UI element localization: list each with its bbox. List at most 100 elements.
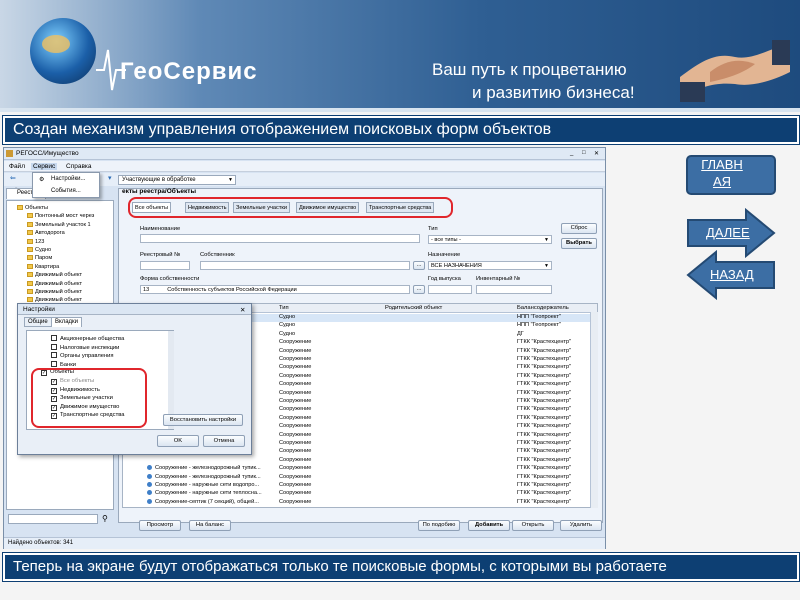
owner-lookup-button[interactable]: ... [413,261,425,270]
settings-dialog: Настройки ✕ Общие Вкладки Акционерные об… [17,303,252,455]
inventory-field[interactable] [476,285,552,294]
tree-item[interactable]: Понтонный мост через [7,213,113,221]
tree-item[interactable]: Судно [7,247,113,255]
binoculars-icon[interactable]: ⚲ [102,514,108,523]
checkbox-icon[interactable] [51,352,57,359]
folder-icon [27,272,33,278]
cell-type: Сооружение [279,372,312,379]
year-field[interactable] [428,285,472,294]
tree-item[interactable]: Движимый объект [7,272,113,280]
col-type[interactable]: Тип [279,305,289,311]
tree-item[interactable]: Паром [7,255,113,263]
cell-name: Сооружение - железнодорожный тупик... [155,473,261,480]
maximize-icon[interactable]: □ [582,150,586,156]
reset-button[interactable]: Сброс [561,223,597,234]
bottom-button-0[interactable]: Просмотр [139,520,181,531]
purpose-select[interactable]: ВСЕ НАЗНАЧЕНИЯ ▼ [428,261,552,270]
tree-item[interactable]: Земельный участок 1 [7,221,113,230]
table-row[interactable]: Сооружение - наружные сети водопро... Соо… [123,482,597,490]
cell-type: Сооружение [279,431,312,438]
table-row[interactable]: Сооружение - железнодорожный тупик... Соо… [123,465,597,473]
folder-icon [27,289,33,294]
cell-name: Сооружение - наружные сети водопро... [155,482,260,488]
processing-filter-value: Участвующие в обработке [122,177,196,183]
restore-settings-button[interactable]: Восстановить настройки [163,414,243,426]
bottom-caption-bar: Теперь на экране будут отображаться толь… [2,552,800,582]
cell-holder: ГТКК "Крастехцентр" [517,381,572,388]
next-button[interactable]: ДАЛЕЕ [706,225,750,240]
tree-item[interactable]: Движимый объект [7,280,113,289]
reg-number-field[interactable] [140,261,190,270]
table-row[interactable]: Сооружение ГТКК "Крастехцентр" [123,457,597,465]
bottom-button-2[interactable]: По подобию [418,520,460,531]
back-arrow-icon[interactable]: ⇐ [10,175,18,183]
checklist-item[interactable]: Акционерные общества [51,335,124,343]
tree-item[interactable]: Движимый объект [7,289,113,297]
close-icon[interactable]: ✕ [240,306,245,314]
ok-button[interactable]: OK [157,435,199,447]
tree-item[interactable]: Автодорога [7,230,113,238]
ownership-lookup-button[interactable]: ... [413,285,425,294]
registry-breadcrumb: екты реестра/Объекты [122,188,197,195]
chevron-down-icon: ▼ [544,263,549,269]
bottom-button-5[interactable]: Удалить [560,520,602,531]
cell-type: Сооружение [279,356,312,362]
cell-holder: ГТКК "Крастехцентр" [517,448,572,455]
banner-divider [0,108,800,112]
tab-general[interactable]: Общие [24,317,52,327]
menu-bar: Файл Сервис Справка [4,161,605,172]
cell-name: Сооружение-септик (7 секций), общей... [155,498,259,505]
checkbox-icon[interactable] [51,343,57,350]
col-holder[interactable]: Балансодержатель [517,305,569,311]
tree-item[interactable]: Квартира [7,263,113,272]
close-icon[interactable]: ✕ [594,150,599,157]
menu-service[interactable]: Сервис [31,163,58,170]
filter-icon[interactable]: ▾ [108,175,116,183]
table-row[interactable]: Сооружение-септик (7 секций), общей... Со… [123,498,597,507]
ownership-field[interactable]: 13 Собственность субъектов Российской Фед… [140,285,410,294]
checklist-item[interactable]: Органы управления [51,352,114,360]
tree-search-field[interactable] [8,514,98,524]
select-button[interactable]: Выбрать [561,238,597,249]
back-button[interactable]: НАЗАД [710,267,754,282]
top-caption-bar: Создан механизм управления отображением … [2,115,800,145]
home-button[interactable]: ГЛАВНАЯ [698,156,746,190]
purpose-label: Назначение [428,252,461,258]
tree-item[interactable]: Объекты [7,205,113,213]
cell-type: Сооружение [279,406,312,413]
tree-item[interactable]: 123 [7,238,113,247]
table-row[interactable]: Сооружение - наружные сети теплосна... Со… [123,490,597,498]
cell-holder: ГТКК "Крастехцентр" [517,490,572,497]
menu-item-settings[interactable]: Настройки... [51,176,85,182]
menu-item-events[interactable]: События... [51,188,81,194]
checkbox-icon[interactable] [51,360,57,367]
top-caption-text: Создан механизм управления отображением … [13,121,552,138]
slogan: Ваш путь к процветанию и развитию бизнес… [432,58,662,104]
folder-icon [27,255,33,261]
bottom-button-3[interactable]: Добавить [468,520,510,531]
tab-tabs[interactable]: Вкладки [51,317,83,327]
cell-type: Сооружение [279,339,312,346]
type-select[interactable]: - все типы - ▼ [428,235,552,244]
reg-number-label: Реестровый № [140,252,181,258]
cell-type: Сооружение [279,423,312,430]
checkbox-icon[interactable] [51,335,57,341]
minimize-icon[interactable]: _ [570,150,573,156]
col-parent[interactable]: Родительский объект [385,305,442,311]
slogan-line-1: Ваш путь к процветанию [432,60,627,79]
tree-item-label: Понтонный мост через [35,213,95,220]
owner-field[interactable] [200,261,410,270]
processing-filter-select[interactable]: Участвующие в обработке ▼ [118,175,236,185]
object-icon [147,482,152,487]
tree-item-label: Квартира [35,263,60,270]
bottom-button-4[interactable]: Открыть [512,520,554,531]
menu-help[interactable]: Справка [66,163,92,170]
cell-holder: ГТКК "Крастехцентр" [517,398,572,404]
grid-scrollbar[interactable] [590,312,598,508]
bottom-button-1[interactable]: На баланс [189,520,231,531]
name-field[interactable] [140,234,420,243]
checklist-item[interactable]: Налоговые инспекции [51,343,119,352]
table-row[interactable]: Сооружение - железнодорожный тупик... Соо… [123,473,597,482]
cancel-button[interactable]: Отмена [203,435,245,447]
menu-file[interactable]: Файл [9,163,25,170]
